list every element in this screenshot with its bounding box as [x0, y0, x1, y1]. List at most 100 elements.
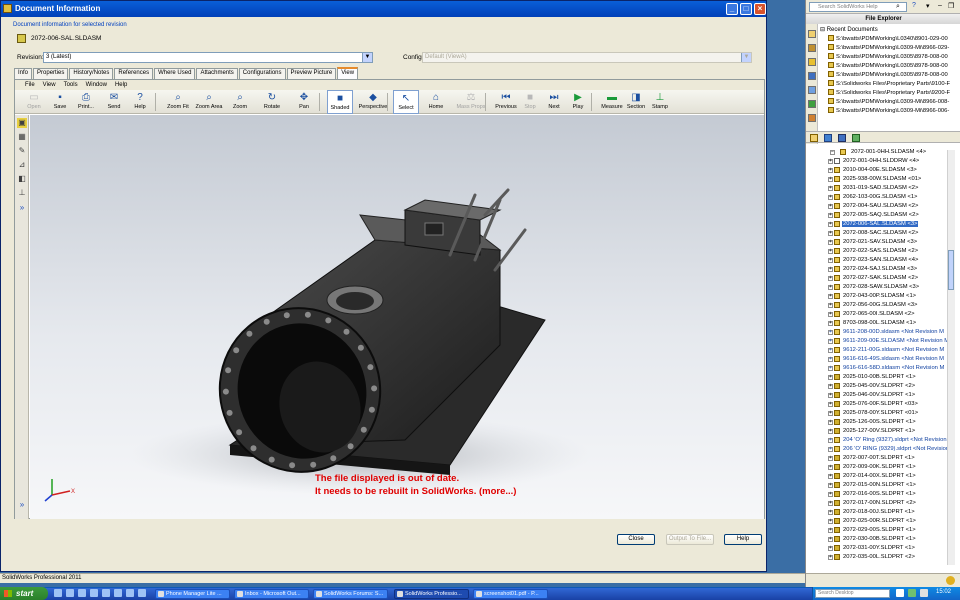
tree-item[interactable]: +8703-098-00L.SLDASM <1>: [820, 319, 960, 328]
quicklaunch-ie-icon[interactable]: [66, 589, 74, 597]
expand-icon[interactable]: +: [828, 240, 833, 245]
recent-documents-label[interactable]: ⊟ Recent Documents: [820, 26, 878, 33]
expand-icon[interactable]: +: [828, 429, 833, 434]
expand-icon[interactable]: +: [828, 420, 833, 425]
tree-item[interactable]: +2072-009-00K.SLDPRT <1>: [820, 463, 960, 472]
maximize-button[interactable]: □: [740, 3, 752, 15]
expand-icon[interactable]: +: [828, 204, 833, 209]
markup-pencil-icon[interactable]: ✎: [17, 146, 27, 156]
play-button[interactable]: ▶ Play: [565, 90, 591, 114]
tree-item[interactable]: +2072-065-00I.SLDASM <2>: [820, 310, 960, 319]
bookmark-icon[interactable]: ◧: [17, 174, 27, 184]
expand-icon[interactable]: +: [828, 402, 833, 407]
tab-view[interactable]: View: [337, 67, 359, 79]
custom-props-tab-icon[interactable]: [808, 100, 816, 108]
quicklaunch-desktop-icon[interactable]: [54, 589, 62, 597]
expand-icon[interactable]: +: [828, 465, 833, 470]
menu-file[interactable]: File: [25, 80, 35, 90]
home-tab-icon[interactable]: [808, 30, 816, 38]
expand-icon[interactable]: +: [828, 555, 833, 560]
tree-item[interactable]: +2025-045-00V.SLDPRT <2>: [820, 382, 960, 391]
expand-icon[interactable]: +: [828, 537, 833, 542]
previous-button[interactable]: ⏮ Previous: [493, 90, 519, 114]
expand-icon[interactable]: +: [828, 258, 833, 263]
chevron-down-icon[interactable]: ▼: [362, 53, 372, 62]
expand-icon[interactable]: +: [828, 501, 833, 506]
taskbar-task[interactable]: Phone Manager Lite ...: [155, 589, 230, 599]
tree-root[interactable]: − 2072-001-0HH.SLDASM <4>: [820, 148, 960, 157]
tree-item[interactable]: +2072-024-SAJ.SLDASM <3>: [820, 265, 960, 274]
minus-icon[interactable]: ⊟: [820, 27, 827, 33]
recent-document-item[interactable]: S:\bwatts\PDMWorking\L0305\8978-008-00: [820, 71, 960, 80]
expand-icon[interactable]: +: [828, 348, 833, 353]
tree-item[interactable]: +2072-014-00X.SLDPRT <1>: [820, 472, 960, 481]
expand-icon[interactable]: +: [828, 393, 833, 398]
perspective-button[interactable]: ◆ Perspective: [357, 90, 389, 114]
recent-document-item[interactable]: S:\bwatts\PDMWorking\L0305\8978-008-00: [820, 53, 960, 62]
tree-item[interactable]: +2072-023-SAN.SLDASM <4>: [820, 256, 960, 265]
expand-icon[interactable]: +: [828, 195, 833, 200]
tree-item[interactable]: +206 'O' RING (9329).sldprt <Not Revisio…: [820, 445, 960, 454]
revision-select[interactable]: 3 (Latest) ▼: [43, 52, 373, 63]
quicklaunch-acrobat-icon[interactable]: [126, 589, 134, 597]
recent-document-item[interactable]: S:\Solidworks Files\Proprietary Parts\92…: [820, 89, 960, 98]
expand-icon[interactable]: +: [828, 267, 833, 272]
tree-item[interactable]: +2010-004-00E.SLDASM <3>: [820, 166, 960, 175]
expand-icon[interactable]: +: [828, 411, 833, 416]
tree-item[interactable]: +2072-004-SAU.SLDASM <2>: [820, 202, 960, 211]
desktop-search-input[interactable]: Search Desktop: [815, 589, 890, 598]
shaded-button[interactable]: ■ Shaded: [327, 90, 353, 114]
recent-document-item[interactable]: S:\bwatts\PDMWorking\L0340\8901-029-00: [820, 35, 960, 44]
tree-item[interactable]: +2072-025-00R.SLDPRT <1>: [820, 517, 960, 526]
rotate-button[interactable]: ↻ Rotate: [259, 90, 285, 114]
forum-tab-icon[interactable]: [808, 114, 816, 122]
model-viewport[interactable]: X The file displayed is out of date. It …: [30, 115, 764, 519]
tree-item[interactable]: +2072-029-00S.SLDPRT <1>: [820, 526, 960, 535]
expand-icon[interactable]: +: [828, 339, 833, 344]
tree-item[interactable]: +2072-021-SAV.SLDASM <3>: [820, 238, 960, 247]
tree-scrollbar[interactable]: [947, 150, 955, 565]
expand-icon[interactable]: +: [828, 510, 833, 515]
chevron-down-icon[interactable]: ▾: [926, 2, 930, 10]
minimize-icon[interactable]: –: [938, 2, 942, 9]
tab-properties[interactable]: Properties: [33, 68, 69, 79]
stamp-tool-icon[interactable]: ⊥: [17, 188, 27, 198]
recent-document-item[interactable]: S:\bwatts\PDMWorking\L0309-Mi\8966-029-: [820, 44, 960, 53]
search-icon[interactable]: [896, 589, 904, 597]
minimize-button[interactable]: _: [726, 3, 738, 15]
tree-item[interactable]: +2025-010-00B.SLDPRT <1>: [820, 373, 960, 382]
select-button[interactable]: ↖ Select: [393, 90, 419, 114]
expand-icon[interactable]: +: [828, 447, 833, 452]
expand-icon[interactable]: +: [828, 456, 833, 461]
expand-icon[interactable]: »: [17, 203, 27, 213]
expand-icon[interactable]: +: [828, 492, 833, 497]
expand-icon[interactable]: +: [828, 546, 833, 551]
tree-item[interactable]: +2072-018-00J.SLDPRT <1>: [820, 508, 960, 517]
expand-icon[interactable]: +: [828, 222, 833, 227]
send-button[interactable]: ✉ Send: [101, 90, 127, 114]
tree-item[interactable]: +2072-007-00T.SLDPRT <1>: [820, 454, 960, 463]
expand-icon[interactable]: +: [828, 249, 833, 254]
tree-item[interactable]: +2025-126-00S.SLDPRT <1>: [820, 418, 960, 427]
tree-item[interactable]: +2025-046-00V.SLDPRT <1>: [820, 391, 960, 400]
help-button[interactable]: Help: [724, 534, 762, 545]
expand-icon[interactable]: +: [828, 303, 833, 308]
tree-item[interactable]: +2072-005-SAQ.SLDASM <2>: [820, 211, 960, 220]
tree-item[interactable]: +9616-616-49S.sldasm <Not Revision M: [820, 355, 960, 364]
expand-icon[interactable]: +: [828, 366, 833, 371]
tree-item[interactable]: +2072-016-00S.SLDPRT <1>: [820, 490, 960, 499]
expand-icon[interactable]: +: [828, 177, 833, 182]
tree-item[interactable]: +2072-015-00N.SLDPRT <1>: [820, 481, 960, 490]
expand-icon[interactable]: +: [828, 528, 833, 533]
tree-item[interactable]: +2072-030-00B.SLDPRT <1>: [820, 535, 960, 544]
expand-icon[interactable]: +: [828, 519, 833, 524]
expand-icon[interactable]: +: [828, 357, 833, 362]
save-button[interactable]: ▪ Save: [47, 90, 73, 114]
zoom-button[interactable]: ⌕ Zoom: [227, 90, 253, 114]
stamp-button[interactable]: ⊥ Stamp: [647, 90, 673, 114]
tab-info[interactable]: Info: [14, 68, 33, 79]
tree-item[interactable]: +2072-043-00P.SLDASM <1>: [820, 292, 960, 301]
network-icon[interactable]: [908, 589, 916, 597]
taskbar-task[interactable]: SolidWorks Professio...: [394, 589, 469, 599]
tree-item[interactable]: +2072-008-SAC.SLDASM <2>: [820, 229, 960, 238]
